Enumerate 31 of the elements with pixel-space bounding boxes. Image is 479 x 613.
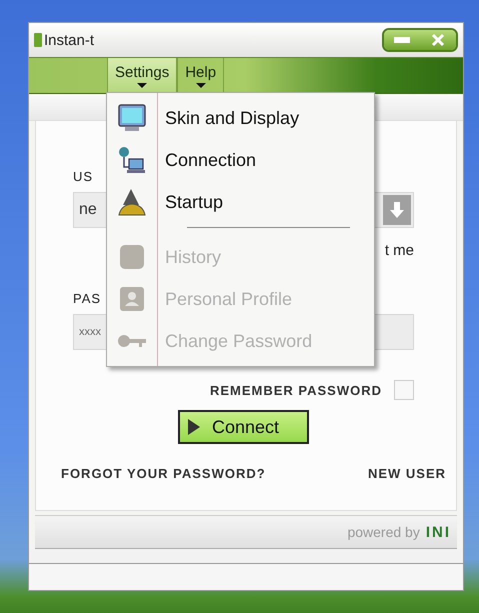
minimize-button[interactable] <box>384 30 420 50</box>
menu-item[interactable]: Startup <box>107 181 374 223</box>
minimize-icon <box>394 37 410 43</box>
connect-button[interactable]: Connect <box>178 410 309 444</box>
id-card-icon <box>117 284 147 314</box>
key-icon <box>117 334 147 348</box>
logo: INI <box>426 524 451 540</box>
folder-icon <box>117 242 147 272</box>
new-user-link[interactable]: NEW USER <box>368 466 446 481</box>
remember-me-label: t me <box>384 242 414 259</box>
dropdown-button[interactable] <box>383 195 411 225</box>
close-button[interactable] <box>420 30 456 50</box>
menu-item[interactable]: Skin and Display <box>107 97 374 139</box>
close-icon <box>431 33 445 47</box>
play-icon <box>188 419 200 435</box>
forgot-password-link[interactable]: FORGOT YOUR PASSWORD? <box>61 466 266 481</box>
caret-icon <box>196 82 206 88</box>
remember-password-checkbox[interactable] <box>394 380 414 400</box>
arrow-down-icon <box>390 202 404 218</box>
window-title: Instan-t <box>44 32 96 48</box>
remember-password-label: REMEMBER PASSWORD <box>210 382 382 398</box>
caret-icon <box>137 82 148 88</box>
monitor-icon <box>117 103 147 133</box>
password-label: PAS <box>73 291 102 306</box>
username-label: US <box>73 169 94 184</box>
powered-by-text: powered by <box>347 524 420 540</box>
menu-item[interactable]: Connection <box>107 139 374 181</box>
hat-icon <box>117 187 147 217</box>
app-icon <box>34 33 42 47</box>
network-computers-icon <box>117 145 147 175</box>
menu-tab[interactable]: Settings <box>107 58 178 93</box>
